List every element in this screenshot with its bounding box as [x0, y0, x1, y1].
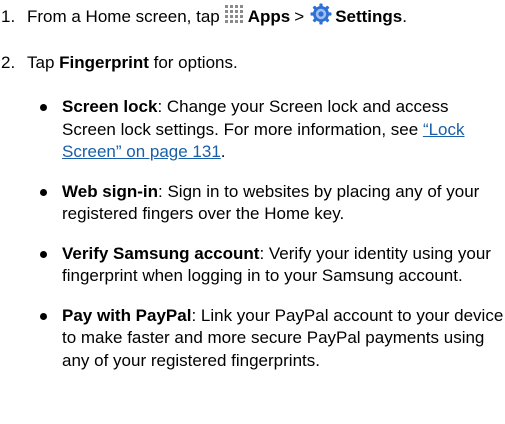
- step-number: 2.: [1, 53, 16, 72]
- step-number: 1.: [1, 7, 16, 26]
- option-term: Pay with PayPal: [62, 305, 192, 325]
- step-2-tap: Tap: [27, 53, 55, 72]
- menu-separator: >: [294, 7, 305, 26]
- step-1-end: .: [402, 7, 407, 26]
- apps-grid-icon: [224, 4, 245, 31]
- apps-label: Apps: [247, 7, 291, 26]
- option-pay-with-paypal: Pay with PayPal: Link your PayPal accoun…: [36, 305, 505, 373]
- option-description-end: .: [220, 142, 226, 161]
- fingerprint-options-list: Screen lock: Change your Screen lock and…: [36, 96, 505, 389]
- option-screen-lock: Screen lock: Change your Screen lock and…: [36, 96, 505, 164]
- settings-gear-icon: [310, 3, 332, 31]
- option-term: Web sign-in: [62, 181, 159, 201]
- option-verify-samsung-account: Verify Samsung account: Verify your iden…: [36, 243, 505, 288]
- option-term: Verify Samsung account: [62, 243, 260, 263]
- step-2: 2. Tap Fingerprint for options.: [0, 52, 238, 74]
- option-term: Screen lock: [62, 97, 158, 116]
- help-page: 1. From a Home screen, tap Apps > Settin…: [0, 0, 505, 424]
- fingerprint-label: Fingerprint: [59, 53, 149, 72]
- option-web-sign-in: Web sign-in: Sign in to websites by plac…: [36, 181, 505, 226]
- settings-label: Settings: [335, 7, 403, 26]
- step-1: 1. From a Home screen, tap Apps > Settin…: [0, 3, 407, 31]
- step-1-text: From a Home screen, tap: [27, 7, 220, 26]
- step-2-rest: for options.: [153, 53, 238, 72]
